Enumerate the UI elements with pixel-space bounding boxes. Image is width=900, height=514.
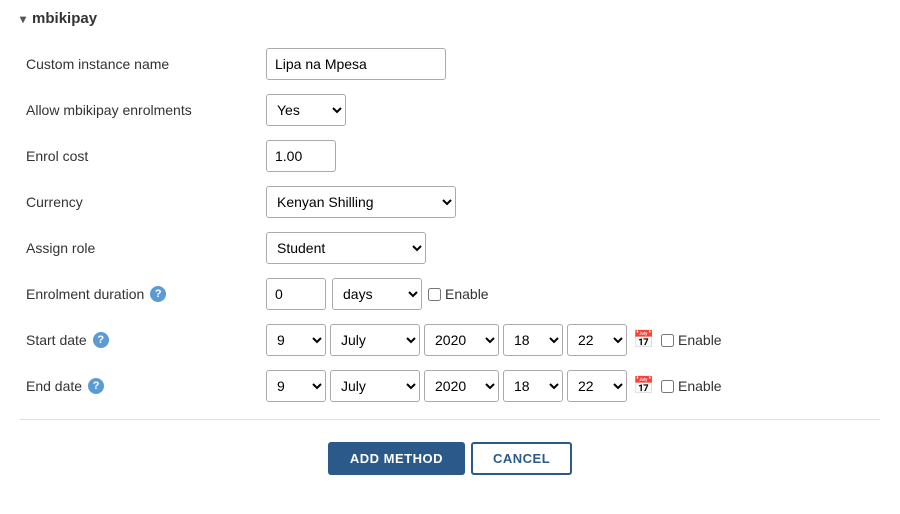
section-title: ▾ mbikipay xyxy=(20,10,880,27)
end-date-day-select[interactable]: 9 xyxy=(266,370,326,402)
start-date-enable-label: Enable xyxy=(661,332,722,348)
add-method-button[interactable]: ADD METHOD xyxy=(328,442,465,475)
start-date-help-icon[interactable]: ? xyxy=(93,332,109,348)
row-enrolment-duration: Enrolment duration ? days weeks months y… xyxy=(20,271,880,317)
row-assign-role: Assign role Student Teacher Manager xyxy=(20,225,880,271)
currency-select[interactable]: Kenyan Shilling US Dollar Euro British P… xyxy=(266,186,456,218)
row-custom-instance-name: Custom instance name xyxy=(20,41,880,87)
assign-role-select[interactable]: Student Teacher Manager xyxy=(266,232,426,264)
label-start-date: Start date ? xyxy=(20,317,260,363)
section-name: mbikipay xyxy=(32,10,97,27)
start-date-day-select[interactable]: 9 xyxy=(266,324,326,356)
start-date-hour-select[interactable]: 18 xyxy=(503,324,563,356)
row-allow-enrolments: Allow mbikipay enrolments Yes No xyxy=(20,87,880,133)
end-date-help-icon[interactable]: ? xyxy=(88,378,104,394)
duration-input[interactable] xyxy=(266,278,326,310)
duration-unit-select[interactable]: days weeks months years xyxy=(332,278,422,310)
end-date-hour-select[interactable]: 18 xyxy=(503,370,563,402)
allow-enrolments-select[interactable]: Yes No xyxy=(266,94,346,126)
enrol-cost-input[interactable] xyxy=(266,140,336,172)
row-enrol-cost: Enrol cost xyxy=(20,133,880,179)
cancel-button[interactable]: CANCEL xyxy=(471,442,572,475)
start-date-enable-checkbox[interactable] xyxy=(661,334,674,347)
button-row: ADD METHOD CANCEL xyxy=(20,430,880,485)
row-start-date: Start date ? 9 JanuaryFebruaryMarchApril… xyxy=(20,317,880,363)
start-date-min-select[interactable]: 22 xyxy=(567,324,627,356)
start-date-month-select[interactable]: JanuaryFebruaryMarchAprilMayJuneJulyAugu… xyxy=(330,324,420,356)
custom-instance-name-input[interactable] xyxy=(266,48,446,80)
label-enrol-cost: Enrol cost xyxy=(20,133,260,179)
form-divider xyxy=(20,419,880,420)
end-date-enable-label: Enable xyxy=(661,378,722,394)
label-assign-role: Assign role xyxy=(20,225,260,271)
end-date-min-select[interactable]: 22 xyxy=(567,370,627,402)
label-allow-enrolments: Allow mbikipay enrolments xyxy=(20,87,260,133)
start-date-year-select[interactable]: 2020 xyxy=(424,324,499,356)
label-currency: Currency xyxy=(20,179,260,225)
row-currency: Currency Kenyan Shilling US Dollar Euro … xyxy=(20,179,880,225)
end-date-year-select[interactable]: 2020 xyxy=(424,370,499,402)
end-date-calendar-icon[interactable]: 📅 xyxy=(631,373,657,399)
label-custom-instance-name: Custom instance name xyxy=(20,41,260,87)
duration-enable-checkbox[interactable] xyxy=(428,288,441,301)
end-date-month-select[interactable]: JanuaryFebruaryMarchAprilMayJuneJulyAugu… xyxy=(330,370,420,402)
duration-enable-label: Enable xyxy=(428,286,489,302)
enrolment-duration-help-icon[interactable]: ? xyxy=(150,286,166,302)
row-end-date: End date ? 9 JanuaryFebruaryMarchAprilMa… xyxy=(20,363,880,409)
end-date-enable-checkbox[interactable] xyxy=(661,380,674,393)
start-date-calendar-icon[interactable]: 📅 xyxy=(631,327,657,353)
label-enrolment-duration: Enrolment duration ? xyxy=(20,271,260,317)
form-table: Custom instance name Allow mbikipay enro… xyxy=(20,41,880,409)
section-arrow: ▾ xyxy=(20,12,26,26)
label-end-date: End date ? xyxy=(20,363,260,409)
